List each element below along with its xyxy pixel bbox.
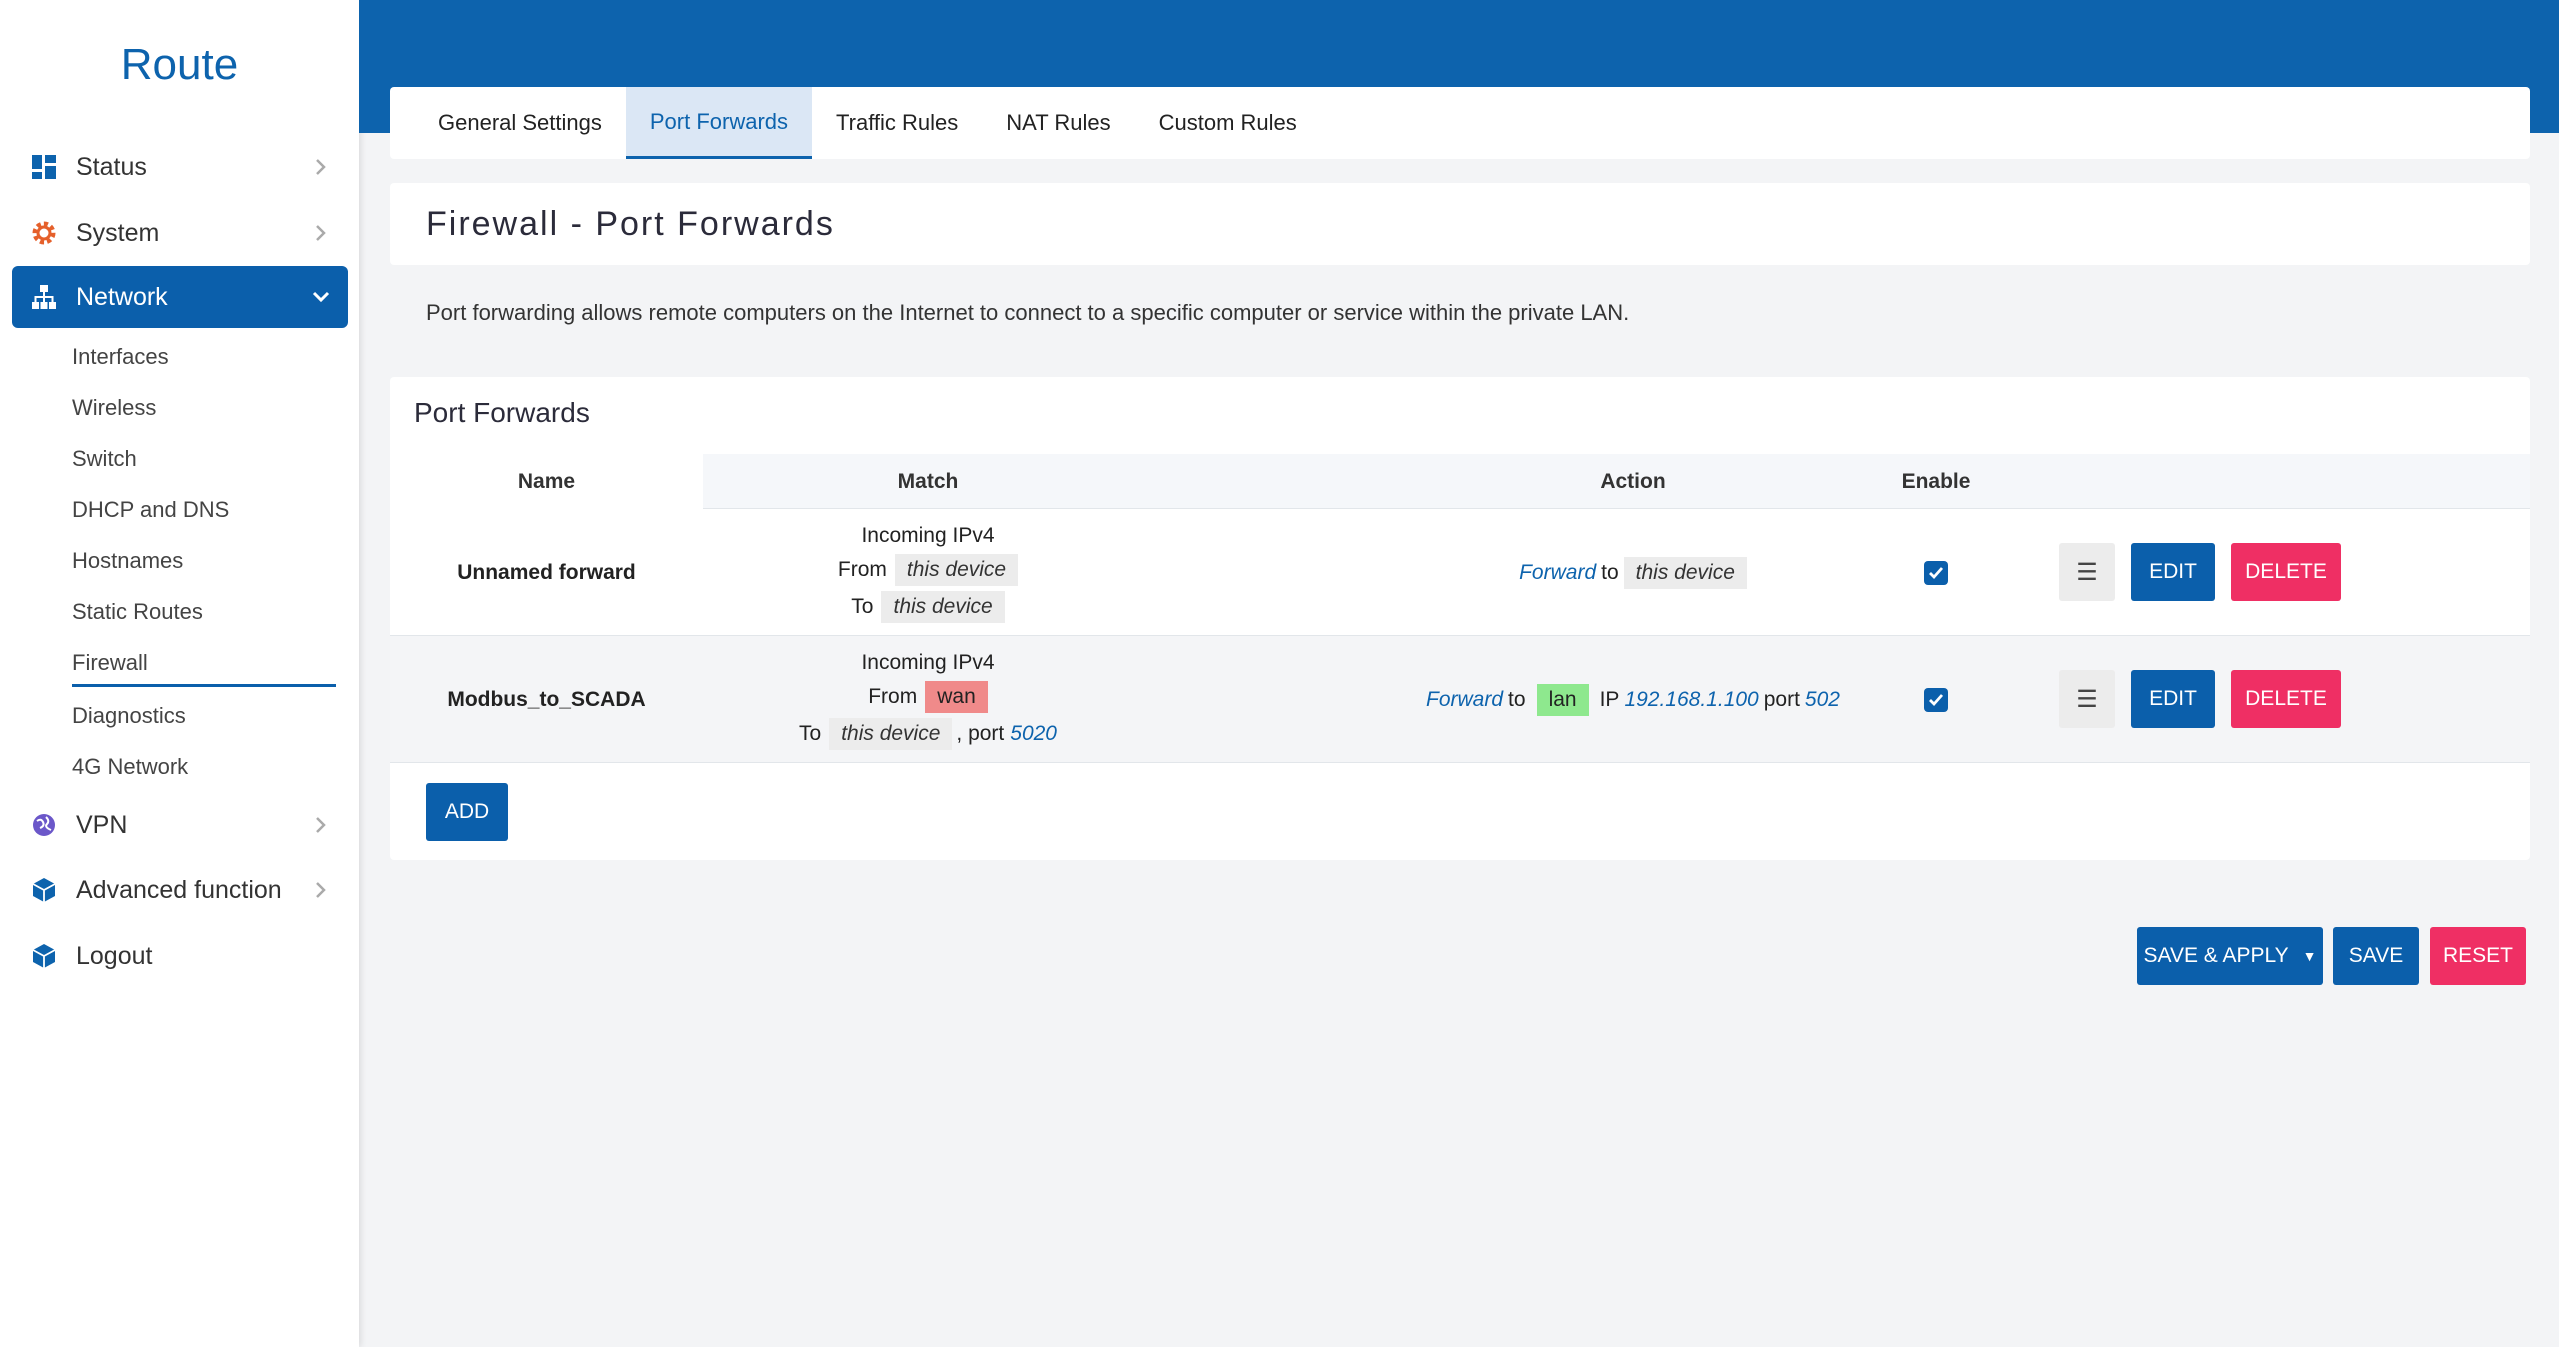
tab-nat-rules[interactable]: NAT Rules (982, 87, 1134, 159)
sidebar-subitem-diagnostics[interactable]: Diagnostics (72, 703, 186, 729)
column-header-match: Match (897, 469, 959, 493)
action-target: this device (1623, 556, 1747, 589)
sidebar-subitem-interfaces[interactable]: Interfaces (72, 344, 169, 370)
enable-checkbox[interactable] (1924, 560, 1948, 585)
cube-icon (30, 942, 58, 970)
sidebar-item-network[interactable]: Network (12, 266, 348, 328)
to-port-value: 5020 (1010, 722, 1057, 745)
to-value: this device (881, 591, 1005, 623)
section-title: Port Forwards (414, 397, 590, 428)
dashboard-icon (30, 153, 58, 181)
sidebar-subitem-dhcp-dns[interactable]: DHCP and DNS (72, 497, 229, 523)
action-ip-label: IP (1599, 687, 1620, 711)
action-ip-value: 192.168.1.100 (1624, 687, 1759, 711)
match-family: Incoming IPv4 (861, 651, 995, 674)
zone-lan-badge: lan (1536, 683, 1589, 716)
save-apply-label: SAVE & APPLY (2143, 944, 2289, 967)
edit-button[interactable]: EDIT (2131, 543, 2215, 601)
enable-cell (1874, 509, 1998, 636)
sidebar-item-label: Logout (76, 941, 153, 970)
column-header-name: Name (517, 469, 576, 493)
caret-down-icon[interactable]: ▼ (2303, 948, 2317, 964)
delete-button[interactable]: DELETE (2231, 543, 2341, 601)
sidebar: Route Status System Network Interfaces W… (0, 0, 359, 1347)
sidebar-subitem-switch[interactable]: Switch (72, 446, 137, 472)
chevron-right-icon (312, 158, 330, 176)
sidebar-subitem-4g-network[interactable]: 4G Network (72, 754, 188, 780)
sidebar-item-system[interactable]: System (12, 202, 348, 264)
sidebar-item-vpn[interactable]: VPN (12, 794, 348, 856)
table-row: Unnamed forward Incoming IPv4 From this … (390, 509, 2530, 636)
sidebar-item-advanced-function[interactable]: Advanced function (12, 859, 348, 921)
action-port-label: port (1763, 687, 1800, 711)
sidebar-subitem-hostnames[interactable]: Hostnames (72, 548, 183, 574)
sidebar-item-label: Status (76, 152, 147, 181)
table-header: Name Match Action Enable (390, 454, 2530, 509)
match-cell: Incoming IPv4 From this device To this d… (703, 509, 1153, 636)
action-forward: Forward (1426, 687, 1504, 711)
sidebar-item-label: Network (76, 282, 168, 311)
from-label: From (868, 685, 918, 708)
page-title: Firewall - Port Forwards (390, 183, 2530, 265)
to-port-label: , port (956, 722, 1005, 745)
rule-name: Unnamed forward (457, 560, 636, 584)
enable-checkbox[interactable] (1924, 687, 1948, 712)
sidebar-subitem-static-routes[interactable]: Static Routes (72, 599, 203, 625)
tab-general-settings[interactable]: General Settings (414, 87, 626, 159)
enable-cell (1874, 636, 1998, 763)
check-icon (1929, 566, 1944, 579)
sidebar-item-status[interactable]: Status (12, 136, 348, 198)
chevron-right-icon (312, 224, 330, 242)
table-row: Modbus_to_SCADA Incoming IPv4 From wan T… (390, 636, 2530, 763)
edit-button[interactable]: EDIT (2131, 670, 2215, 728)
to-label: To (851, 595, 874, 618)
action-to: to (1601, 560, 1619, 584)
cube-icon (30, 876, 58, 904)
sidebar-item-label: System (76, 218, 160, 247)
delete-button[interactable]: DELETE (2231, 670, 2341, 728)
match-cell: Incoming IPv4 From wan To this device , … (703, 636, 1153, 763)
chevron-right-icon (312, 881, 330, 899)
action-forward: Forward (1519, 560, 1597, 584)
reset-button[interactable]: RESET (2430, 927, 2526, 985)
drag-handle-button[interactable]: ☰ (2059, 670, 2115, 728)
tab-port-forwards[interactable]: Port Forwards (625, 87, 813, 159)
save-apply-button[interactable]: SAVE & APPLY ▼ (2137, 927, 2323, 985)
rule-name: Modbus_to_SCADA (447, 687, 646, 711)
match-family: Incoming IPv4 (861, 524, 995, 547)
tab-custom-rules[interactable]: Custom Rules (1135, 87, 1321, 159)
to-label: To (799, 722, 822, 745)
add-button[interactable]: ADD (426, 783, 508, 841)
tab-traffic-rules[interactable]: Traffic Rules (812, 87, 982, 159)
sidebar-subitem-wireless[interactable]: Wireless (72, 395, 156, 421)
sidebar-item-logout[interactable]: Logout (12, 925, 348, 987)
gear-icon (30, 219, 58, 247)
network-icon (30, 283, 58, 311)
to-value: this device (829, 718, 953, 750)
tab-bar: General Settings Port Forwards Traffic R… (390, 87, 2530, 159)
page-description: Port forwarding allows remote computers … (426, 300, 1630, 325)
brand-logo: Route (120, 40, 239, 89)
chevron-down-icon (312, 288, 330, 306)
save-button[interactable]: SAVE (2333, 927, 2419, 985)
action-port-value: 502 (1804, 687, 1840, 711)
port-forwards-card: Port Forwards Name Match Action Enable U… (390, 377, 2530, 860)
sidebar-item-label: Advanced function (76, 875, 282, 904)
sidebar-subitem-firewall[interactable]: Firewall (72, 650, 336, 687)
column-header-enable: Enable (1901, 469, 1971, 493)
globe-icon (30, 811, 58, 839)
from-label: From (837, 558, 887, 581)
check-icon (1929, 693, 1944, 706)
action-to: to (1508, 687, 1526, 711)
drag-handle-button[interactable]: ☰ (2059, 543, 2115, 601)
sidebar-item-label: VPN (76, 810, 128, 839)
from-value: this device (894, 554, 1019, 586)
chevron-right-icon (312, 816, 330, 834)
zone-wan-badge: wan (925, 681, 988, 713)
